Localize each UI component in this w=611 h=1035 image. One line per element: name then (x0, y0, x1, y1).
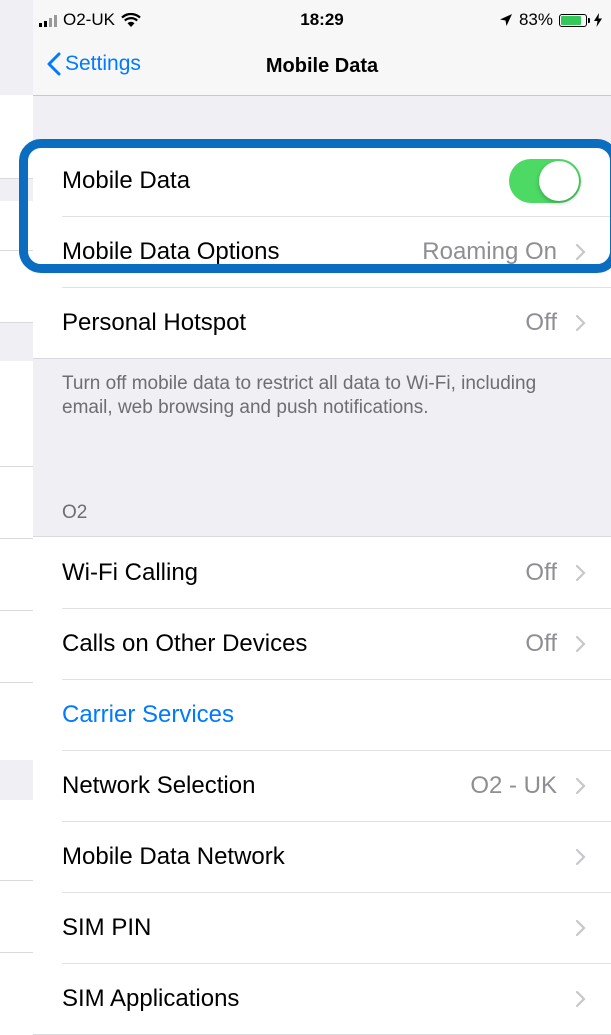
row-wifi-calling[interactable]: Wi-Fi Calling Off (33, 537, 611, 608)
mobile-data-label: Mobile Data (62, 166, 191, 194)
location-arrow-icon (499, 14, 512, 26)
personal-hotspot-label: Personal Hotspot (62, 308, 247, 336)
o2-group: Wi-Fi Calling Off Calls on Other Devices… (33, 536, 611, 1035)
mobile-data-options-label: Mobile Data Options (62, 237, 280, 265)
chevron-right-icon (575, 919, 586, 936)
chevron-right-icon (575, 777, 586, 794)
row-network-selection[interactable]: Network Selection O2 - UK (33, 750, 611, 821)
row-sim-applications[interactable]: SIM Applications (33, 963, 611, 1034)
calls-other-devices-label: Calls on Other Devices (62, 629, 308, 657)
carrier-services-link[interactable]: Carrier Services (62, 701, 234, 729)
battery-icon (559, 13, 590, 27)
wifi-calling-label: Wi-Fi Calling (62, 558, 199, 586)
toggle-knob (539, 160, 579, 201)
personal-hotspot-value: Off (525, 308, 557, 336)
chevron-right-icon (575, 990, 586, 1007)
row-personal-hotspot[interactable]: Personal Hotspot Off (33, 287, 611, 358)
chevron-right-icon (575, 848, 586, 865)
network-selection-label: Network Selection (62, 771, 256, 799)
network-selection-value: O2 - UK (470, 771, 557, 799)
section-header-o2: O2 (62, 502, 88, 523)
chevron-right-icon (575, 243, 586, 260)
mobile-data-toggle[interactable] (509, 158, 581, 203)
row-mobile-data-options[interactable]: Mobile Data Options Roaming On (33, 216, 611, 287)
page-title: Mobile Data (265, 55, 379, 77)
mobile-data-screen: O2-UK 18:29 83% Settings Mobile Data Mob… (19, 0, 611, 1035)
row-mobile-data: Mobile Data (33, 145, 611, 216)
mobile-data-options-value: Roaming On (422, 237, 557, 265)
navigation-bar: Settings Mobile Data (33, 40, 611, 96)
battery-percentage: 83% (518, 10, 553, 29)
previous-screen-strip (0, 0, 33, 1023)
row-calls-other-devices[interactable]: Calls on Other Devices Off (33, 608, 611, 679)
mobile-data-network-label: Mobile Data Network (62, 842, 285, 870)
charging-bolt-icon (594, 13, 602, 27)
row-mobile-data-network[interactable]: Mobile Data Network (33, 821, 611, 892)
status-bar: O2-UK 18:29 83% (33, 0, 611, 40)
chevron-right-icon (575, 564, 586, 581)
sim-applications-label: SIM Applications (62, 984, 240, 1012)
wifi-calling-value: Off (525, 558, 557, 586)
mobile-data-group: Mobile Data Mobile Data Options Roaming … (33, 144, 611, 359)
row-carrier-services[interactable]: Carrier Services (33, 679, 611, 750)
row-sim-pin[interactable]: SIM PIN (33, 892, 611, 963)
chevron-right-icon (575, 635, 586, 652)
chevron-right-icon (575, 314, 586, 331)
mobile-data-footer-note: Turn off mobile data to restrict all dat… (62, 373, 537, 418)
sim-pin-label: SIM PIN (62, 913, 152, 941)
status-right: 83% (499, 10, 603, 30)
calls-other-devices-value: Off (525, 629, 557, 657)
